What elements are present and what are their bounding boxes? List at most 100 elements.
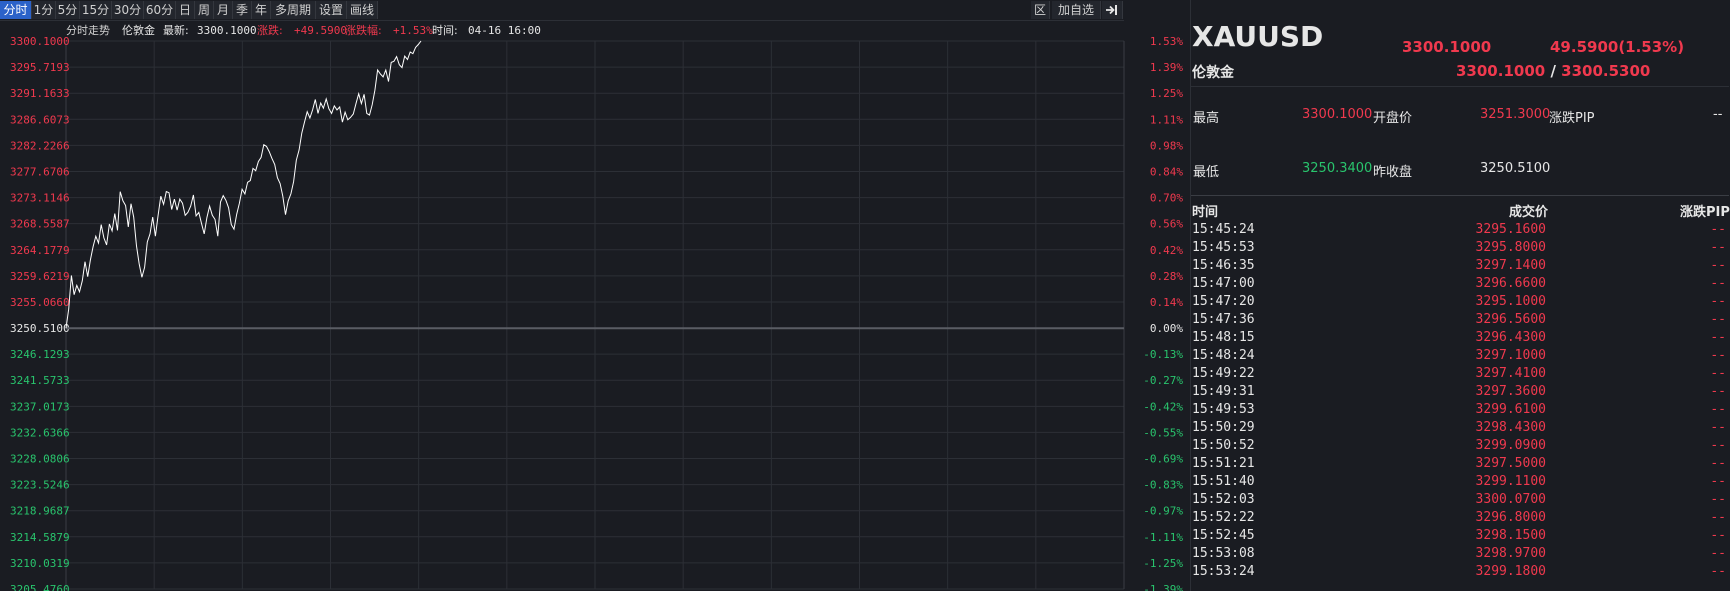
period-tab[interactable]: 30分 (112, 1, 144, 19)
period-tab[interactable]: 年 (252, 1, 271, 19)
period-tab[interactable]: 设置 (316, 1, 347, 19)
period-tab[interactable]: 月 (214, 1, 233, 19)
low-value: 3250.3400 (1302, 161, 1373, 176)
trade-price: 3297.1400 (1475, 258, 1546, 273)
intraday-chart[interactable]: 3300.1000 3295.7193 3291.1633 3286.6073 3282… (0, 20, 1190, 591)
trade-price: 3296.8000 (1475, 510, 1546, 525)
trade-row[interactable]: 15:52:45 3298.1500 -- (1192, 527, 1728, 545)
trade-time: 15:48:15 (1192, 330, 1255, 345)
time-value: 04-16 16:00 (468, 24, 541, 37)
trade-row[interactable]: 15:50:52 3299.0900 -- (1192, 437, 1728, 455)
trade-row[interactable]: 15:47:00 3296.6600 -- (1192, 275, 1728, 293)
trade-price: 3300.0700 (1475, 492, 1546, 507)
percent-tick-label: 1.39% (1150, 61, 1183, 74)
trade-row[interactable]: 15:47:36 3296.5600 -- (1192, 311, 1728, 329)
period-tab[interactable]: 多周期 (271, 1, 316, 19)
price-tick-label: 3291.1633 (10, 87, 70, 100)
symbol-title: XAUUSD (1192, 20, 1324, 53)
trade-time: 15:50:52 (1192, 438, 1255, 453)
percent-tick-label: -0.69% (1143, 453, 1183, 466)
price-tick-label: 3255.0660 (10, 296, 70, 309)
percent-tick-label: -0.27% (1143, 374, 1183, 387)
percent-tick-label: -1.39% (1143, 583, 1183, 591)
price-tick-label: 3277.6706 (10, 165, 70, 178)
prev-close-label: 昨收盘 (1373, 165, 1413, 180)
change-label: 涨跌: (257, 23, 283, 37)
period-tab[interactable]: 日 (176, 1, 195, 19)
ask-price: 3300.5300 (1561, 62, 1651, 80)
price-tick-label: 3228.0806 (10, 453, 70, 466)
trade-row[interactable]: 15:49:53 3299.6100 -- (1192, 401, 1728, 419)
price-change: 49.5900(1.53%) (1550, 38, 1685, 56)
period-tab[interactable]: 1分 (32, 1, 56, 19)
period-tab[interactable]: 画线 (347, 1, 378, 19)
period-tab[interactable]: 60分 (144, 1, 176, 19)
latest-value: 3300.1000 (197, 24, 257, 37)
price-tick-label: 3237.0173 (10, 400, 70, 413)
price-tick-label: 3218.9687 (10, 505, 70, 518)
trade-price: 3299.0900 (1475, 438, 1546, 453)
percent-tick-label: -1.11% (1143, 531, 1183, 544)
percent-tick-label: 0.28% (1150, 270, 1183, 283)
bid-price: 3300.1000 (1456, 62, 1546, 80)
trade-price: 3295.1600 (1475, 222, 1546, 237)
price-series-line (65, 40, 422, 329)
trade-row[interactable]: 15:52:03 3300.0700 -- (1192, 491, 1728, 509)
add-watchlist-button[interactable]: 加自选 (1052, 1, 1101, 19)
trade-row[interactable]: 15:50:29 3298.4300 -- (1192, 419, 1728, 437)
trade-pip: -- (1710, 510, 1726, 525)
trade-list[interactable]: 15:45:24 3295.1600 -- 15:45:53 3295.8000 -- 15… (1192, 221, 1728, 581)
trade-pip: -- (1710, 402, 1726, 417)
vertical-grid (65, 41, 1125, 589)
trade-row[interactable]: 15:47:20 3295.1000 -- (1192, 293, 1728, 311)
price-tick-label: 3273.1146 (10, 192, 70, 205)
region-button[interactable]: 区 (1031, 1, 1050, 19)
trade-time: 15:49:22 (1192, 366, 1255, 381)
trade-row[interactable]: 15:51:40 3299.1100 -- (1192, 473, 1728, 491)
percent-tick-label: 0.42% (1150, 244, 1183, 257)
trade-row[interactable]: 15:53:08 3298.9700 -- (1192, 545, 1728, 563)
period-tab[interactable]: 季 (233, 1, 252, 19)
trades-header-time: 时间 (1192, 205, 1219, 220)
trade-row[interactable]: 15:52:22 3296.8000 -- (1192, 509, 1728, 527)
toggle-panel-button[interactable] (1102, 1, 1123, 19)
trade-price: 3297.1000 (1475, 348, 1546, 363)
trade-row[interactable]: 15:49:22 3297.4100 -- (1192, 365, 1728, 383)
trade-pip: -- (1710, 546, 1726, 561)
percent-tick-label: -0.83% (1143, 479, 1183, 492)
price-tick-label: 3250.5100 (10, 322, 70, 335)
trade-row[interactable]: 15:48:24 3297.1000 -- (1192, 347, 1728, 365)
price-tick-label: 3282.2266 (10, 139, 70, 152)
trade-price: 3298.9700 (1475, 546, 1546, 561)
trade-row[interactable]: 15:45:53 3295.8000 -- (1192, 239, 1728, 257)
trade-time: 15:52:03 (1192, 492, 1255, 507)
trade-pip: -- (1710, 294, 1726, 309)
price-tick-label: 3268.5587 (10, 218, 70, 231)
high-value: 3300.1000 (1302, 107, 1373, 122)
trade-time: 15:51:40 (1192, 474, 1255, 489)
period-tab[interactable]: 5分 (56, 1, 80, 19)
trade-time: 15:47:36 (1192, 312, 1255, 327)
period-tab[interactable]: 周 (195, 1, 214, 19)
period-tab[interactable]: 分时 (0, 1, 32, 19)
trade-row[interactable]: 15:48:15 3296.4300 -- (1192, 329, 1728, 347)
intraday-chart-svg[interactable]: 3300.1000 3295.7193 3291.1633 3286.6073 3282… (0, 20, 1190, 591)
pip-label: 涨跌PIP (1549, 111, 1595, 126)
trade-row[interactable]: 15:51:21 3297.5000 -- (1192, 455, 1728, 473)
quote-panel: XAUUSD 3300.1000 49.5900(1.53%) 伦敦金 3300… (1190, 0, 1730, 591)
trade-row[interactable]: 15:49:31 3297.3600 -- (1192, 383, 1728, 401)
trade-row[interactable]: 15:46:35 3297.1400 -- (1192, 257, 1728, 275)
trade-row[interactable]: 15:53:24 3299.1800 -- (1192, 563, 1728, 581)
trade-price: 3295.8000 (1475, 240, 1546, 255)
percent-axis: 1.53% 1.39% 1.25% 1.11% 0.98% 0.84% 0.70% 0.56%… (1143, 35, 1183, 591)
period-tab[interactable]: 15分 (80, 1, 112, 19)
trade-price: 3298.4300 (1475, 420, 1546, 435)
percent-tick-label: -0.55% (1143, 426, 1183, 439)
trade-pip: -- (1710, 474, 1726, 489)
last-price: 3300.1000 (1402, 38, 1492, 56)
change-pct-label: 涨跌幅: (345, 23, 382, 37)
bid-ask: 3300.1000 / 3300.5300 (1456, 62, 1650, 80)
trade-row[interactable]: 15:45:24 3295.1600 -- (1192, 221, 1728, 239)
trade-time: 15:46:35 (1192, 258, 1255, 273)
trade-pip: -- (1710, 384, 1726, 399)
